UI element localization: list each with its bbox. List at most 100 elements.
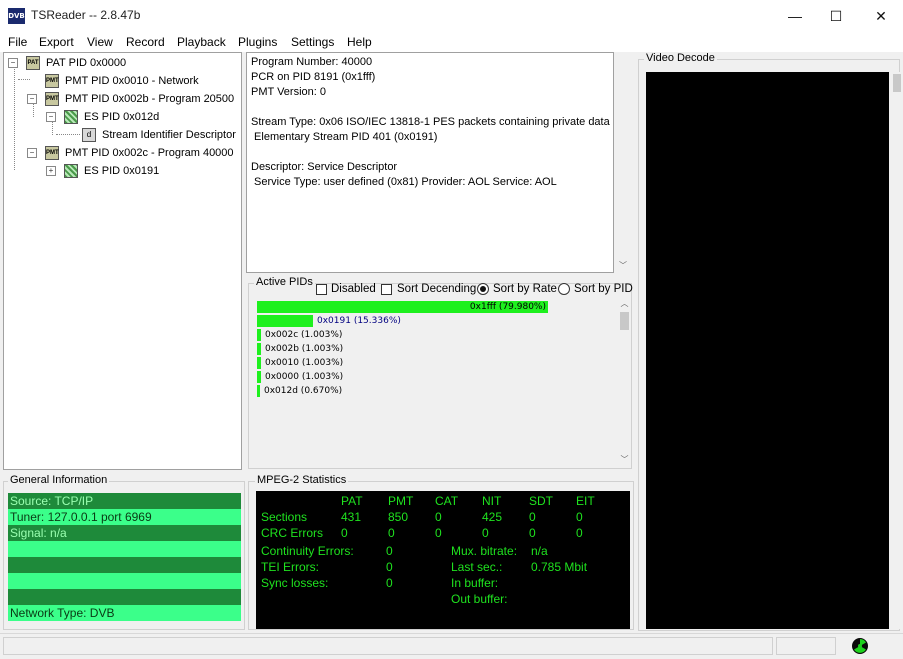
pid-rate-row[interactable]: 0x002b (1.003%) [257, 343, 621, 355]
tree-line [56, 134, 80, 135]
menu-settings[interactable]: Settings [291, 35, 334, 49]
scroll-thumb[interactable] [893, 74, 901, 92]
pid-rate-bar [257, 329, 261, 341]
close-button[interactable]: ✕ [858, 0, 903, 32]
video-scrollbar[interactable] [891, 72, 903, 629]
chevron-up-icon[interactable]: ︿ [618, 298, 631, 309]
tree-line [52, 121, 53, 135]
sort-by-rate-label: Sort by Rate [493, 283, 557, 295]
info-line: PMT Version: 0 [251, 86, 326, 98]
menu-help[interactable]: Help [347, 35, 372, 49]
expand-icon[interactable]: + [46, 166, 56, 176]
network-type-row: Network Type: DVB [8, 605, 241, 621]
tree-label: ES PID 0x012d [84, 111, 160, 123]
disabled-label: Disabled [331, 283, 376, 295]
scroll-down-arrow[interactable]: ﹀ [617, 258, 629, 272]
collapse-icon[interactable]: − [27, 148, 37, 158]
chevron-down-icon: ﹀ [619, 261, 627, 270]
pid-rate-row[interactable]: 0x1fff (79.980%) [257, 301, 621, 313]
info-line: Program Number: 40000 [251, 56, 373, 68]
chevron-down-icon[interactable]: ﹀ [618, 454, 631, 465]
mux-bitrate-value: n/a [531, 544, 548, 558]
app-logo-icon: DVB [8, 8, 25, 24]
pid-info-panel[interactable]: Program Number: 40000 PCR on PID 8191 (0… [246, 52, 614, 273]
active-pids-label: Active PIDs [254, 276, 315, 288]
active-pids-list[interactable]: 0x1fff (79.980%) 0x0191 (15.336%) 0x002c (… [249, 298, 617, 468]
mpeg2-stats-label: MPEG-2 Statistics [255, 474, 349, 486]
info-row-empty [8, 573, 241, 589]
info-line: Stream Type: 0x06 ISO/IEC 13818-1 PES pa… [251, 116, 610, 128]
pid-rate-row[interactable]: 0x0010 (1.003%) [257, 357, 621, 369]
tree-label: PMT PID 0x0010 - Network [65, 75, 199, 87]
info-row-empty [8, 589, 241, 605]
collapse-icon[interactable]: − [27, 94, 37, 104]
pid-rate-row[interactable]: 0x0191 (15.336%) [257, 315, 621, 327]
pid-rate-label: 0x0000 (1.003%) [265, 372, 344, 382]
sections-pat: 431 [341, 510, 362, 524]
crc-errors-label: CRC Errors [261, 526, 323, 540]
sections-sdt: 0 [529, 510, 536, 524]
sort-by-rate-radio[interactable] [477, 283, 489, 295]
out-buffer-label: Out buffer: [451, 592, 508, 606]
pmt-table-icon: PMT [45, 74, 59, 88]
status-pane [776, 637, 836, 655]
crc-eit: 0 [576, 526, 583, 540]
continuity-errors-value: 0 [386, 544, 393, 558]
sort-descending-checkbox[interactable] [381, 284, 392, 295]
info-line: Descriptor: Service Descriptor [251, 161, 398, 173]
pid-rate-row[interactable]: 0x012d (0.670%) [257, 385, 621, 397]
scroll-thumb[interactable] [620, 312, 629, 330]
mpeg2-stats-display: PAT PMT CAT NIT SDT EIT Sections 431 850… [256, 491, 630, 629]
sections-pmt: 850 [388, 510, 409, 524]
window-title: TSReader -- 2.8.47b [31, 8, 141, 22]
tree-label: Stream Identifier Descriptor [102, 129, 236, 141]
info-line: Service Type: user defined (0x81) Provid… [251, 176, 557, 188]
tree-line [33, 103, 34, 117]
pid-rate-label: 0x0191 (15.336%) [317, 316, 401, 326]
collapse-icon[interactable]: − [46, 112, 56, 122]
pid-rate-row[interactable]: 0x0000 (1.003%) [257, 371, 621, 383]
pid-rate-bar [257, 343, 261, 355]
crc-pmt: 0 [388, 526, 395, 540]
pid-tree-panel[interactable]: − PAT PAT PID 0x0000 PMT PMT PID 0x0010 … [3, 52, 242, 470]
sync-losses-value: 0 [386, 576, 393, 590]
pid-rate-label: 0x002b (1.003%) [265, 344, 344, 354]
source-row: Source: TCP/IP [8, 493, 241, 509]
pid-rate-bar [257, 371, 261, 383]
info-row-empty [8, 557, 241, 573]
stat-header-pmt: PMT [388, 494, 414, 508]
menu-plugins[interactable]: Plugins [238, 35, 277, 49]
sort-by-pid-label: Sort by PID [574, 283, 633, 295]
disabled-checkbox[interactable] [316, 284, 327, 295]
menu-view[interactable]: View [87, 35, 113, 49]
pid-rate-row[interactable]: 0x002c (1.003%) [257, 329, 621, 341]
menu-record[interactable]: Record [126, 35, 165, 49]
maximize-button[interactable]: ☐ [813, 0, 859, 32]
tei-errors-value: 0 [386, 560, 393, 574]
pmt-table-icon: PMT [45, 92, 59, 106]
minimize-button[interactable]: — [772, 0, 818, 32]
sort-by-pid-radio[interactable] [558, 283, 570, 295]
descriptor-icon: d [82, 128, 96, 142]
menu-playback[interactable]: Playback [177, 35, 226, 49]
tuner-row: Tuner: 127.0.0.1 port 6969 [8, 509, 241, 525]
stat-header-cat: CAT [435, 494, 459, 508]
tree-line [18, 79, 30, 80]
tei-errors-label: TEI Errors: [261, 560, 320, 574]
sync-losses-label: Sync losses: [261, 576, 329, 590]
info-line: PCR on PID 8191 (0x1fff) [251, 71, 376, 83]
status-bar [0, 633, 903, 659]
collapse-icon[interactable]: − [8, 58, 18, 68]
radiation-status-icon [852, 638, 868, 654]
stat-header-pat: PAT [341, 494, 363, 508]
mux-bitrate-label: Mux. bitrate: [451, 544, 518, 558]
active-pids-scrollbar[interactable]: ︿ ﹀ [618, 298, 631, 468]
sections-cat: 0 [435, 510, 442, 524]
menu-export[interactable]: Export [39, 35, 74, 49]
sort-descending-label: Sort Decending [397, 283, 477, 295]
menu-bar: File Export View Record Playback Plugins… [0, 32, 903, 52]
pid-rate-label: 0x012d (0.670%) [264, 386, 343, 396]
tree-line [14, 67, 15, 170]
menu-file[interactable]: File [8, 35, 27, 49]
tree-label: PAT PID 0x0000 [46, 57, 127, 69]
